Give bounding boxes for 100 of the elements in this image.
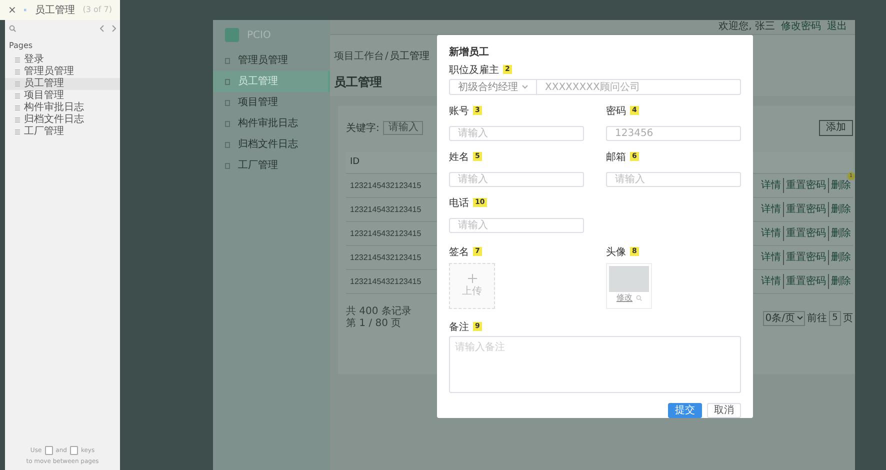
page-icon <box>15 93 20 99</box>
page-item[interactable]: 构件审批日志 <box>5 102 120 114</box>
field-label: 邮箱 <box>606 152 626 164</box>
input-field[interactable]: 123456 <box>606 126 741 142</box>
sidebar-item[interactable]: 项目管理 <box>213 92 330 113</box>
dialog-button[interactable]: 取消 <box>707 403 741 418</box>
logo-icon <box>225 28 239 42</box>
page-count: (3 of 7) <box>82 4 112 16</box>
pagination-summary: 共 400 条记录 <box>346 306 412 318</box>
field-label: 头像 <box>606 247 626 260</box>
key-icon <box>70 446 78 455</box>
menu-item-icon <box>225 162 230 168</box>
caret-icon <box>522 85 528 90</box>
row-action-link[interactable]: 删除 <box>828 178 853 193</box>
page-item[interactable]: 员工管理 <box>5 78 120 90</box>
input-field[interactable]: 请输入 <box>449 126 584 142</box>
page-icon <box>15 117 20 123</box>
row-action-link[interactable]: 详情 <box>759 250 783 265</box>
page-item[interactable]: 管理员管理 <box>5 66 120 78</box>
table-cell-text: 1232145432123415 <box>349 228 422 240</box>
page-heading: 员工管理 <box>334 74 382 91</box>
menu-item-icon <box>225 120 230 126</box>
input-field[interactable]: 请输入 <box>449 172 584 188</box>
field-label: 签名 <box>449 247 469 260</box>
chevron-right-icon[interactable] <box>112 24 116 32</box>
row-action-link[interactable]: 删除 <box>828 202 853 217</box>
field-label: 电话 <box>449 198 469 210</box>
page-icon <box>15 81 20 87</box>
row-action-link[interactable]: 重置密码 <box>783 178 828 193</box>
sidebar-item[interactable]: 归档文件日志 <box>213 134 330 155</box>
table-cell-text: 1232145432123415 <box>349 204 422 216</box>
page-item[interactable]: 归档文件日志 <box>5 114 120 126</box>
row-action-link[interactable]: 详情 <box>759 226 783 241</box>
pages-heading: Pages <box>8 40 34 52</box>
caret-icon <box>797 316 803 320</box>
row-action-link[interactable]: 详情 <box>759 178 783 193</box>
row-action-link[interactable]: 删除 <box>828 250 853 265</box>
dialog-button[interactable]: 提交 <box>668 403 702 418</box>
page-size-select[interactable]: 0条/页 <box>763 310 805 326</box>
sidebar-item[interactable]: 工厂管理 <box>213 155 330 176</box>
job-select[interactable]: 初级合约经理 <box>450 80 537 94</box>
page-item[interactable]: 登录 <box>5 54 120 66</box>
sidebar-item[interactable]: 构件审批日志 <box>213 113 330 134</box>
add-button[interactable]: 添加 <box>819 120 853 136</box>
field-label: 备注 <box>449 322 469 334</box>
plus-icon <box>468 274 476 283</box>
close-button[interactable]: × <box>8 2 16 18</box>
breadcrumb-current: 员工管理 <box>389 50 430 64</box>
field-label: 密码 <box>606 106 626 118</box>
change-link[interactable]: 修改 <box>616 292 632 304</box>
field-label: 姓名 <box>449 152 469 164</box>
search-icon[interactable] <box>9 24 16 32</box>
upload-label: 上传 <box>462 284 482 299</box>
row-action-link[interactable]: 详情 <box>759 274 783 289</box>
table-cell-text: 1232145432123415 <box>349 252 422 264</box>
page-item[interactable]: 工厂管理 <box>5 126 120 138</box>
row-action-link[interactable]: 详情 <box>759 202 783 217</box>
field-label: 账号 <box>449 106 469 118</box>
page-title: 员工管理 <box>34 4 75 18</box>
header-link[interactable]: 修改密码 <box>781 21 821 33</box>
photo-placeholder <box>609 266 649 292</box>
sidebar-item[interactable]: 员工管理 <box>213 71 330 92</box>
field-label: 职位及雇主 <box>449 65 499 77</box>
page-field[interactable]: 5 <box>829 310 841 326</box>
chevron-left-icon[interactable] <box>100 24 104 32</box>
input-field[interactable]: 请输入 <box>606 172 741 188</box>
row-action-link[interactable]: 重置密码 <box>783 202 828 217</box>
row-action-link[interactable]: 删除 <box>828 226 853 241</box>
pagination-summary: 第 1 / 80 页 <box>346 318 402 330</box>
breadcrumb-separator: / <box>385 50 388 64</box>
header-link[interactable]: 退出 <box>827 21 847 33</box>
menu-item-icon <box>225 58 230 64</box>
table-cell-text: 1232145432123415 <box>349 276 422 288</box>
page-icon <box>15 129 20 135</box>
employer-value: XXXXXXXX顾问公司 <box>544 80 641 95</box>
menu-item-icon <box>225 78 230 84</box>
menu-item-icon <box>225 100 230 106</box>
breadcrumb-link[interactable]: 项目工作台 <box>334 49 384 64</box>
page-icon <box>15 57 20 63</box>
input-field[interactable]: 请输入 <box>449 218 584 234</box>
column-header: ID <box>349 156 360 169</box>
key-icon <box>44 446 53 455</box>
row-action-link[interactable]: 重置密码 <box>783 274 828 289</box>
goto-label: 前往 <box>807 312 827 326</box>
sidebar-item[interactable]: 管理员管理 <box>213 50 330 71</box>
page-unit: 页 <box>843 312 853 326</box>
page-icon <box>15 105 20 111</box>
menu-item-icon <box>225 142 230 148</box>
job-employer-field[interactable]: 初级合约经理 XXXXXXXX顾问公司 <box>449 79 741 96</box>
search-icon[interactable] <box>636 295 642 302</box>
page-icon <box>15 69 20 75</box>
row-action-link[interactable]: 重置密码 <box>783 250 828 265</box>
page-item[interactable]: 项目管理 <box>5 90 120 102</box>
table-cell-text: 1232145432123415 <box>349 180 422 192</box>
welcome-text: 欢迎您, 张三 <box>718 21 775 33</box>
row-action-link[interactable]: 删除 <box>828 274 853 289</box>
dialog-title: 新增员工 <box>449 45 490 60</box>
row-action-link[interactable]: 重置密码 <box>783 226 828 241</box>
keyword-field[interactable]: 请输入 <box>383 121 424 135</box>
filter-label: 关键字: <box>346 122 380 136</box>
